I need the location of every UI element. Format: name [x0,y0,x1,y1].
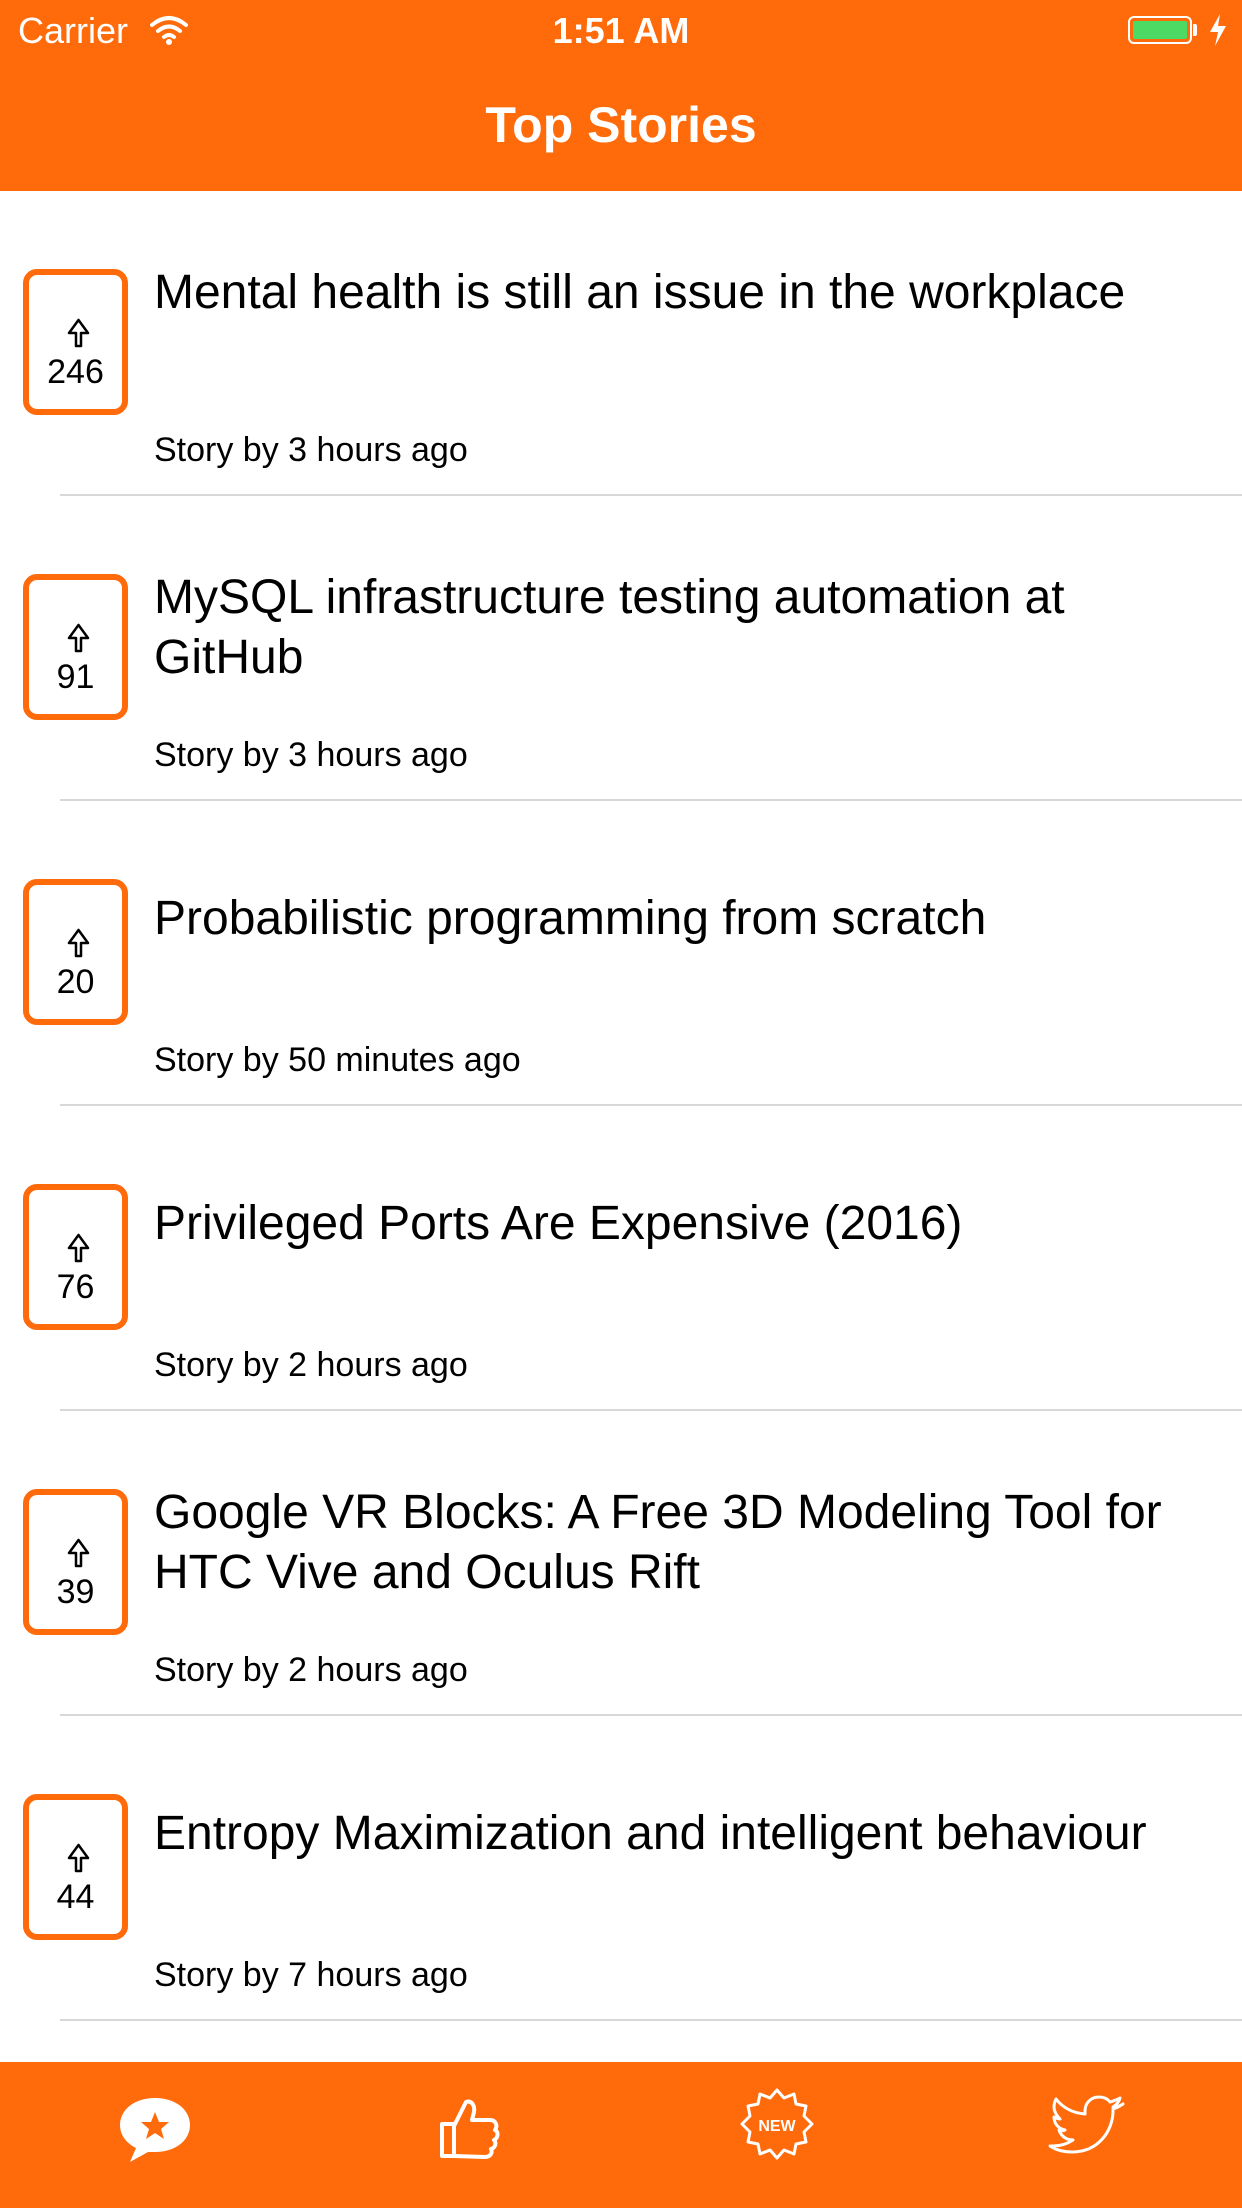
story-meta: Story by 2 hours ago [154,1651,468,1689]
story-title[interactable]: MySQL infrastructure testing automation … [154,568,1214,688]
page-title: Top Stories [485,97,757,153]
new-badge-icon: NEW [740,2088,814,2160]
story-row[interactable]: 39 Google VR Blocks: A Free 3D Modeling T… [0,1411,1242,1716]
upvote-button[interactable]: 39 [23,1489,128,1635]
story-title[interactable]: Probabilistic programming from scratch [154,889,1214,949]
story-list: 246 Mental health is still an issue in th… [0,191,1242,2021]
up-arrow-icon [67,1233,90,1263]
tab-top-stories[interactable] [110,2082,200,2172]
status-time: 1:51 AM [552,10,690,51]
story-title[interactable]: Mental health is still an issue in the w… [154,263,1214,323]
story-meta: Story by 7 hours ago [154,1956,468,1994]
story-meta: Story by 2 hours ago [154,1346,468,1384]
charging-bolt-icon [1210,14,1226,46]
up-arrow-icon [67,623,90,653]
vote-count: 246 [47,353,104,391]
up-arrow-icon [67,928,90,958]
up-arrow-icon [67,1538,90,1568]
story-meta: Story by 3 hours ago [154,736,468,774]
story-title[interactable]: Privileged Ports Are Expensive (2016) [154,1194,1214,1254]
story-meta: Story by 3 hours ago [154,431,468,469]
vote-count: 39 [56,1573,95,1611]
vote-count: 91 [56,658,95,696]
upvote-button[interactable]: 91 [23,574,128,720]
twitter-bird-icon [1048,2095,1125,2154]
row-separator [60,2019,1242,2021]
battery-tip [1193,24,1197,36]
tab-bar: NEW [0,2062,1242,2208]
tab-twitter[interactable] [1043,2082,1133,2172]
story-row[interactable]: 91 MySQL infrastructure testing automatio… [0,496,1242,801]
vote-count: 44 [56,1878,95,1916]
story-row[interactable]: 44 Entropy Maximization and intelligent b… [0,1716,1242,2021]
vote-count: 20 [56,963,95,1001]
upvote-button[interactable]: 20 [23,879,128,1025]
upvote-button[interactable]: 76 [23,1184,128,1330]
vote-count: 76 [56,1268,95,1306]
story-row[interactable]: 20 Probabilistic programming from scratch… [0,801,1242,1106]
up-arrow-icon [67,1843,90,1873]
status-bar: Carrier 1:51 AM [0,0,1242,62]
thumbs-up-icon [440,2099,500,2159]
up-arrow-icon [67,318,90,348]
story-title[interactable]: Entropy Maximization and intelligent beh… [154,1804,1214,1864]
navigation-header: Carrier 1:51 AM Top Stories [0,0,1242,191]
story-meta: Story by 50 minutes ago [154,1041,521,1079]
story-row[interactable]: 76 Privileged Ports Are Expensive (2016) S… [0,1106,1242,1411]
story-title[interactable]: Google VR Blocks: A Free 3D Modeling Too… [154,1483,1214,1603]
upvote-button[interactable]: 44 [23,1794,128,1940]
star-chat-bubble-icon [120,2098,190,2162]
battery-icon [1128,16,1192,44]
tab-best-stories[interactable] [420,2082,510,2172]
upvote-button[interactable]: 246 [23,269,128,415]
new-badge-text: NEW [758,2118,796,2135]
story-row[interactable]: 246 Mental health is still an issue in th… [0,191,1242,496]
tab-new-stories[interactable]: NEW [732,2082,822,2172]
